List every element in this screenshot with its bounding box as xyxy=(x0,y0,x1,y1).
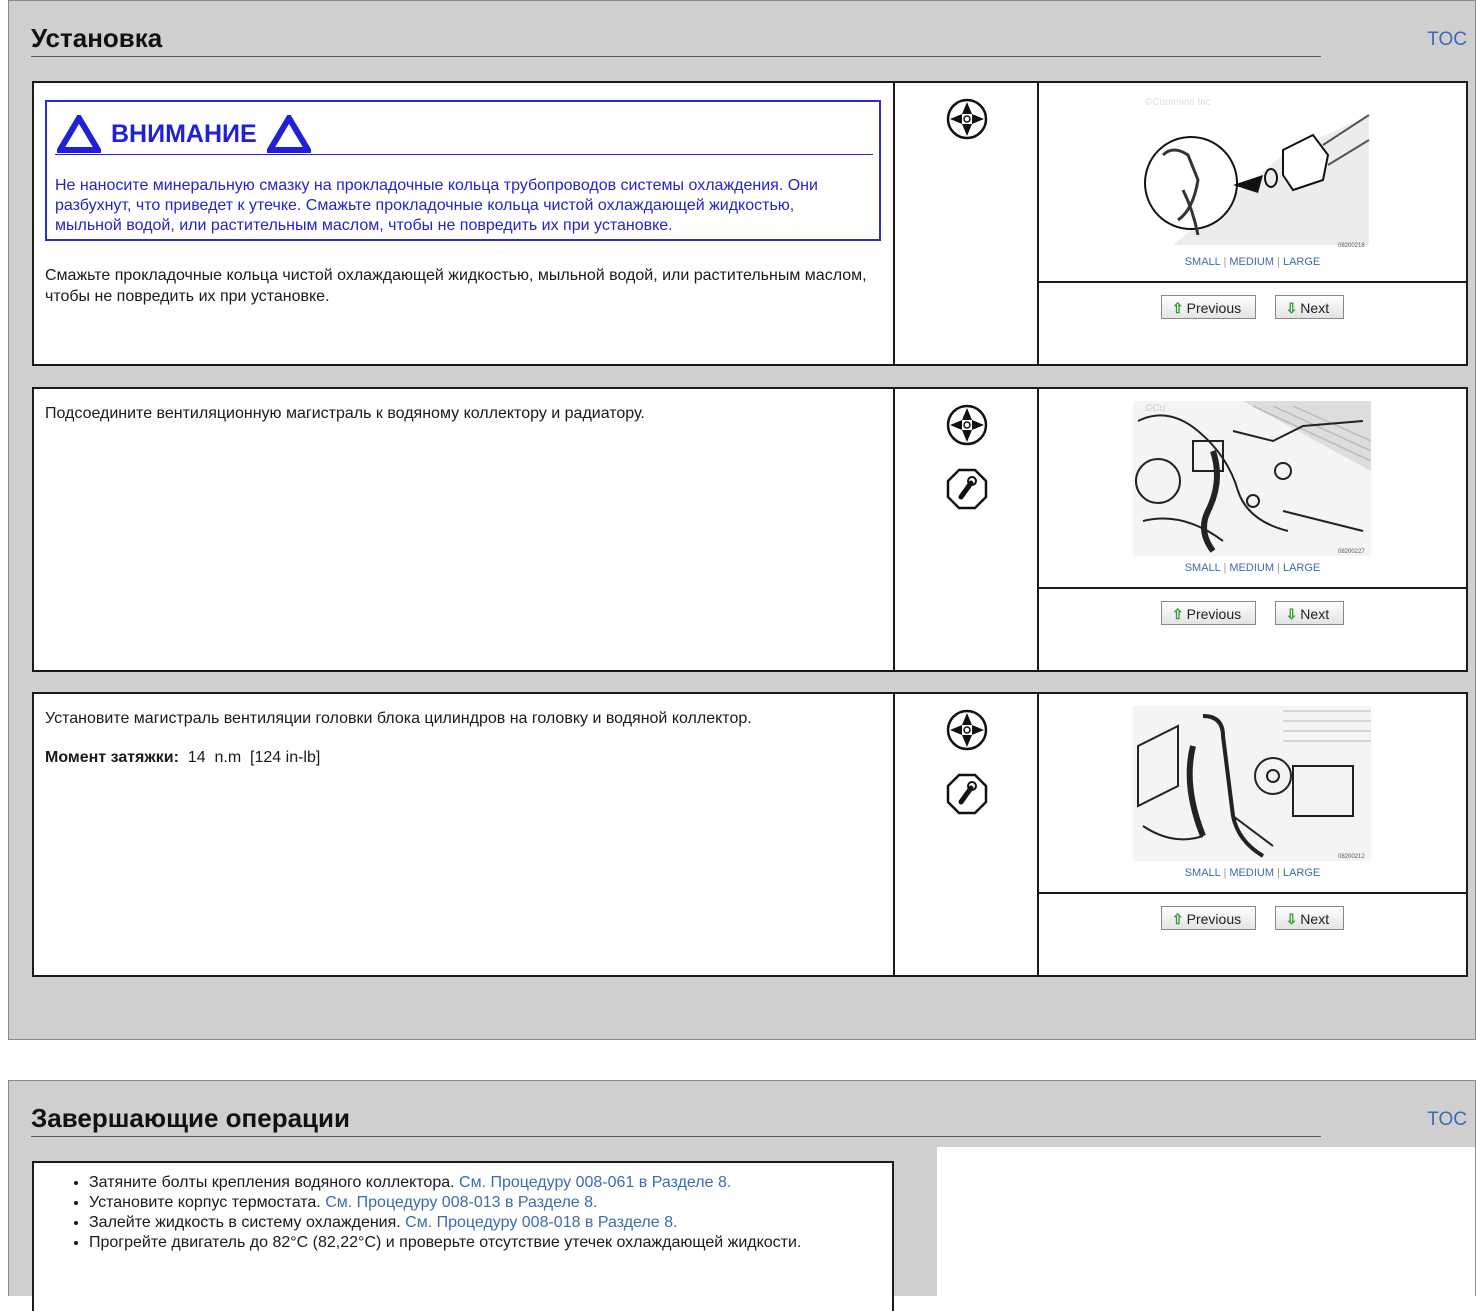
arrow-up-icon: ⇧ xyxy=(1171,606,1184,622)
torque-label: Момент затяжки: xyxy=(45,749,179,766)
cylinder-head-vent-illustration[interactable]: 08200212 xyxy=(1133,706,1371,861)
finishing-steps-section: Завершающие операции TOC Затяните болты … xyxy=(8,1080,1476,1311)
torque-spec: Момент затяжки: 14 n.m [124 in-lb] xyxy=(45,749,320,767)
list-item: Залейте жидкость в систему охлаждения. С… xyxy=(89,1213,801,1233)
step-instruction: Смажьте прокладочные кольца чистой охлаж… xyxy=(45,267,867,305)
step-illustration-cell: ©Cu 08200227 SMALL | MEDIUM | LARGE ⇧ Pr… xyxy=(1039,389,1466,670)
size-medium-link[interactable]: MEDIUM xyxy=(1229,562,1274,574)
image-size-links: SMALL | MEDIUM | LARGE xyxy=(1184,562,1321,574)
image-navigation: ⇧ Previous ⇩ Next xyxy=(1039,601,1466,625)
previous-button[interactable]: ⇧ Previous xyxy=(1160,601,1257,625)
size-medium-link[interactable]: MEDIUM xyxy=(1229,867,1274,879)
next-button[interactable]: ⇩ Next xyxy=(1274,295,1345,319)
step-illustration-cell: ©Cummins Inc 08200218 SMALL | MEDIUM | L… xyxy=(1039,83,1466,364)
size-small-link[interactable]: SMALL xyxy=(1185,256,1221,268)
image-navigation: ⇧ Previous ⇩ Next xyxy=(1039,906,1466,930)
torque-unit: n.m xyxy=(214,749,242,766)
arrow-down-icon: ⇩ xyxy=(1285,606,1298,622)
size-small-link[interactable]: SMALL xyxy=(1185,867,1221,879)
arrow-down-icon: ⇩ xyxy=(1285,911,1298,927)
arrow-up-icon: ⇧ xyxy=(1171,911,1184,927)
illustration-area: ©Cummins Inc 08200218 SMALL | MEDIUM | L… xyxy=(1039,83,1466,283)
vent-line-illustration[interactable]: ©Cu 08200227 xyxy=(1133,401,1371,556)
warning-triangle-icon xyxy=(266,115,311,153)
blank-area xyxy=(937,1147,1475,1296)
o-ring-illustration[interactable]: ©Cummins Inc 08200218 xyxy=(1133,95,1371,250)
svg-text:©Cummins Inc: ©Cummins Inc xyxy=(1145,97,1211,108)
wrench-icon xyxy=(946,773,988,815)
procedure-link[interactable]: См. Процедуру 008-061 в Разделе 8. xyxy=(459,1174,731,1191)
size-small-link[interactable]: SMALL xyxy=(1185,562,1221,574)
step-text-cell: Установите магистраль вентиляции головки… xyxy=(34,694,895,975)
procedure-link[interactable]: См. Процедуру 008-018 в Разделе 8. xyxy=(405,1214,677,1231)
image-navigation: ⇧ Previous ⇩ Next xyxy=(1039,295,1466,319)
list-item: Установите корпус термостата. См. Процед… xyxy=(89,1193,801,1213)
illustration-area: 08200212 SMALL | MEDIUM | LARGE xyxy=(1039,694,1466,894)
lubricant-icon xyxy=(946,709,988,751)
svg-text:08200227: 08200227 xyxy=(1338,549,1365,555)
illustration-area: ©Cu 08200227 SMALL | MEDIUM | LARGE xyxy=(1039,389,1466,589)
procedure-step-2: Подсоедините вентиляционную магистраль к… xyxy=(32,387,1468,672)
next-button[interactable]: ⇩ Next xyxy=(1274,601,1345,625)
installation-section: Установка TOC ВНИМАНИЕ Не наносите минер… xyxy=(8,0,1476,1040)
finishing-steps-list: Затяните болты крепления водяного коллек… xyxy=(61,1173,801,1253)
procedure-step-1: ВНИМАНИЕ Не наносите минеральную смазку … xyxy=(32,81,1468,366)
toc-link[interactable]: TOC xyxy=(1427,29,1467,51)
svg-text:08200212: 08200212 xyxy=(1338,854,1365,860)
caution-header: ВНИМАНИЕ xyxy=(57,112,311,156)
step-instruction: Подсоедините вентиляционную магистраль к… xyxy=(45,405,645,422)
size-large-link[interactable]: LARGE xyxy=(1283,562,1320,574)
svg-text:©Cu: ©Cu xyxy=(1145,403,1165,414)
size-large-link[interactable]: LARGE xyxy=(1283,256,1320,268)
next-button[interactable]: ⇩ Next xyxy=(1274,906,1345,930)
torque-alt-value: [124 in-lb] xyxy=(250,749,321,766)
torque-value: 14 xyxy=(187,749,206,766)
list-item: Прогрейте двигатель до 82°C (82,22°C) и … xyxy=(89,1233,801,1253)
section-title: Завершающие операции xyxy=(31,1103,351,1133)
caution-text: Не наносите минеральную смазку на прокла… xyxy=(55,177,818,234)
size-large-link[interactable]: LARGE xyxy=(1283,867,1320,879)
svg-text:08200218: 08200218 xyxy=(1338,243,1365,249)
arrow-down-icon: ⇩ xyxy=(1285,300,1298,316)
title-divider xyxy=(31,56,1321,57)
step-icons-cell xyxy=(895,694,1039,975)
step-icons-cell xyxy=(895,389,1039,670)
caution-title: ВНИМАНИЕ xyxy=(111,119,257,148)
size-medium-link[interactable]: MEDIUM xyxy=(1229,256,1274,268)
toc-link[interactable]: TOC xyxy=(1427,1109,1467,1131)
step-icons-cell xyxy=(895,83,1039,364)
warning-triangle-icon xyxy=(57,115,101,153)
caution-divider xyxy=(55,154,873,155)
step-text-cell: Подсоедините вентиляционную магистраль к… xyxy=(34,389,895,670)
list-item: Затяните болты крепления водяного коллек… xyxy=(89,1173,801,1193)
step-instruction: Установите магистраль вентиляции головки… xyxy=(45,710,752,727)
previous-button[interactable]: ⇧ Previous xyxy=(1160,295,1257,319)
arrow-up-icon: ⇧ xyxy=(1171,300,1184,316)
title-divider xyxy=(31,1136,1321,1137)
finishing-steps-box: Затяните болты крепления водяного коллек… xyxy=(32,1161,894,1311)
caution-box: ВНИМАНИЕ Не наносите минеральную смазку … xyxy=(45,100,881,241)
lubricant-icon xyxy=(946,404,988,446)
previous-button[interactable]: ⇧ Previous xyxy=(1160,906,1257,930)
step-illustration-cell: 08200212 SMALL | MEDIUM | LARGE ⇧ Previou… xyxy=(1039,694,1466,975)
procedure-step-3: Установите магистраль вентиляции головки… xyxy=(32,692,1468,977)
image-size-links: SMALL | MEDIUM | LARGE xyxy=(1184,256,1321,268)
lubricant-icon xyxy=(946,98,988,140)
wrench-icon xyxy=(946,468,988,510)
procedure-link[interactable]: См. Процедуру 008-013 в Разделе 8. xyxy=(325,1194,597,1211)
step-text-cell: ВНИМАНИЕ Не наносите минеральную смазку … xyxy=(34,83,895,364)
section-title: Установка xyxy=(31,23,163,53)
image-size-links: SMALL | MEDIUM | LARGE xyxy=(1184,867,1321,879)
